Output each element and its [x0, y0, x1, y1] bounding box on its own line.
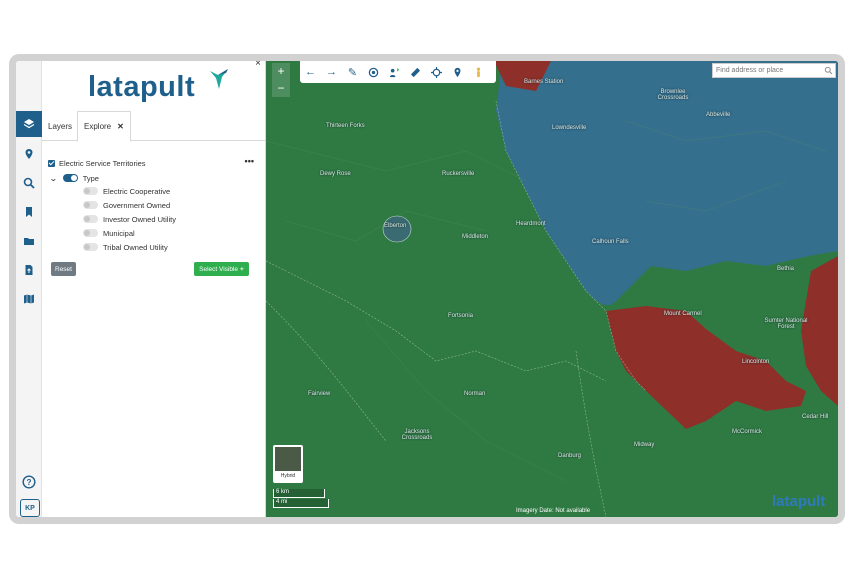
municipal-toggle[interactable] — [83, 229, 98, 237]
bookmark-icon[interactable] — [16, 199, 42, 225]
search-icon[interactable] — [824, 66, 833, 75]
map-toolbar: ← → ✎ — [300, 61, 496, 83]
place-label: Norman — [464, 391, 486, 397]
buffer-icon[interactable] — [363, 61, 384, 83]
place-label: Abbeville — [706, 112, 731, 118]
pencil-icon[interactable]: ✎ — [342, 61, 363, 83]
option-tribal-owned-utility: Tribal Owned Utility — [83, 241, 168, 253]
panel-collapse-icon[interactable]: × — [255, 61, 261, 69]
select-visible-button[interactable]: Select Visible + — [194, 262, 249, 276]
place-label: Jacksons Crossroads — [401, 429, 433, 441]
arrow-left-icon[interactable]: ← — [300, 61, 321, 83]
type-group: ⌄ Type — [49, 171, 99, 185]
place-label: Cedar Hill — [802, 414, 829, 420]
place-label: McCormick — [732, 429, 762, 435]
place-label: Lowndesville — [552, 125, 587, 131]
imagery-credit: Imagery Date: Not available — [516, 508, 591, 514]
place-label: Lincolnton — [742, 359, 770, 365]
chevron-down-icon[interactable]: ⌄ — [49, 174, 58, 183]
ruler-icon[interactable] — [405, 61, 426, 83]
layer-title: Electric Service Territories — [59, 158, 146, 168]
place-label: Ruckersville — [442, 171, 475, 177]
tab-layers-label: Layers — [48, 121, 73, 131]
option-label: Municipal — [103, 228, 135, 238]
place-label: Sumter National Forest — [764, 318, 808, 330]
tab-explore[interactable]: Explore ✕ — [77, 111, 131, 142]
select-visible-label: Select Visible — [199, 265, 239, 273]
option-label: Tribal Owned Utility — [103, 242, 168, 252]
type-toggle[interactable] — [62, 174, 78, 182]
zoom-in-button[interactable]: + — [272, 63, 290, 80]
people-pin-icon[interactable] — [384, 61, 405, 83]
scale-bar-km: 6 km — [273, 489, 325, 498]
plus-icon: + — [240, 265, 244, 273]
location-pin-icon[interactable] — [447, 61, 468, 83]
place-label: Danburg — [558, 453, 582, 459]
map-icon[interactable] — [16, 286, 42, 312]
svg-text:?: ? — [27, 478, 32, 487]
place-label: Dewy Rose — [320, 171, 351, 177]
place-label: Brownlee Crossroads — [657, 89, 689, 101]
zoom-out-button[interactable]: − — [272, 80, 290, 97]
place-label: Elberton — [384, 223, 407, 229]
option-electric-cooperative: Electric Cooperative — [83, 185, 170, 197]
type-label: Type — [82, 173, 99, 183]
help-circle-icon[interactable]: ? — [16, 469, 42, 495]
search-icon[interactable] — [16, 170, 42, 196]
option-label: Electric Cooperative — [103, 186, 171, 196]
layer-checkbox[interactable] — [48, 159, 55, 167]
latapult-watermark: latapult — [772, 493, 826, 510]
layers-icon[interactable] — [16, 111, 42, 137]
user-avatar[interactable]: KP — [20, 499, 40, 517]
app-window: ? KP × latapult Layers Explore ✕ Electri… — [16, 61, 838, 517]
place-label: Mount Carmel — [664, 311, 702, 317]
hummingbird-logo-icon — [210, 69, 228, 89]
map-canvas[interactable]: + − ← → ✎ Find address or place Thirteen… — [266, 61, 838, 517]
option-label: Government Owned — [103, 200, 171, 210]
close-icon[interactable]: ✕ — [117, 122, 124, 131]
more-options-icon[interactable]: ••• — [245, 156, 254, 166]
scale-bar-mi: 4 mi — [273, 499, 329, 508]
place-label: Heardmont — [516, 221, 546, 227]
option-investor-owned-utility: Investor Owned Utility — [83, 213, 176, 225]
panel-tabs: Layers Explore ✕ — [42, 111, 266, 142]
search-placeholder: Find address or place — [716, 67, 784, 74]
file-upload-icon[interactable] — [16, 257, 42, 283]
tab-explore-label: Explore — [84, 122, 112, 131]
place-label: Middleton — [462, 234, 489, 240]
tribal-owned-utility-toggle[interactable] — [83, 243, 98, 251]
crosshair-icon[interactable] — [426, 61, 447, 83]
option-municipal: Municipal — [83, 227, 135, 239]
zoom-controls: + − — [272, 63, 290, 97]
side-panel: × latapult Layers Explore ✕ Electric Ser… — [42, 61, 266, 517]
place-label: Fortsonia — [448, 313, 474, 319]
place-label: Barnes Station — [524, 79, 564, 85]
tab-layers[interactable]: Layers — [42, 111, 78, 141]
option-label: Investor Owned Utility — [103, 214, 176, 224]
place-label: Thirteen Forks — [326, 123, 365, 129]
latapult-logo: latapult — [88, 71, 196, 103]
map-pin-icon[interactable] — [16, 141, 42, 167]
place-label: Bethia — [777, 266, 795, 272]
basemap-switcher[interactable]: Hybrid — [273, 445, 303, 483]
electric-cooperative-toggle[interactable] — [83, 187, 98, 195]
option-government-owned: Government Owned — [83, 199, 170, 211]
browser-frame: ? KP × latapult Layers Explore ✕ Electri… — [9, 54, 845, 524]
hybrid-thumbnail — [275, 447, 301, 471]
investor-owned-utility-toggle[interactable] — [83, 215, 98, 223]
side-rail: ? KP — [16, 61, 42, 517]
place-label: Calhoun Falls — [592, 239, 629, 245]
arrow-right-icon[interactable]: → — [321, 61, 342, 83]
government-owned-toggle[interactable] — [83, 201, 98, 209]
place-label: Fairview — [308, 391, 331, 397]
folder-icon[interactable] — [16, 228, 42, 254]
address-search-input[interactable]: Find address or place — [712, 63, 836, 78]
place-label: Midway — [634, 442, 655, 448]
hybrid-label: Hybrid — [280, 473, 296, 479]
layer-row: Electric Service Territories ••• — [48, 156, 258, 170]
pegman-icon[interactable] — [468, 61, 489, 83]
reset-button[interactable]: Reset — [51, 262, 76, 276]
